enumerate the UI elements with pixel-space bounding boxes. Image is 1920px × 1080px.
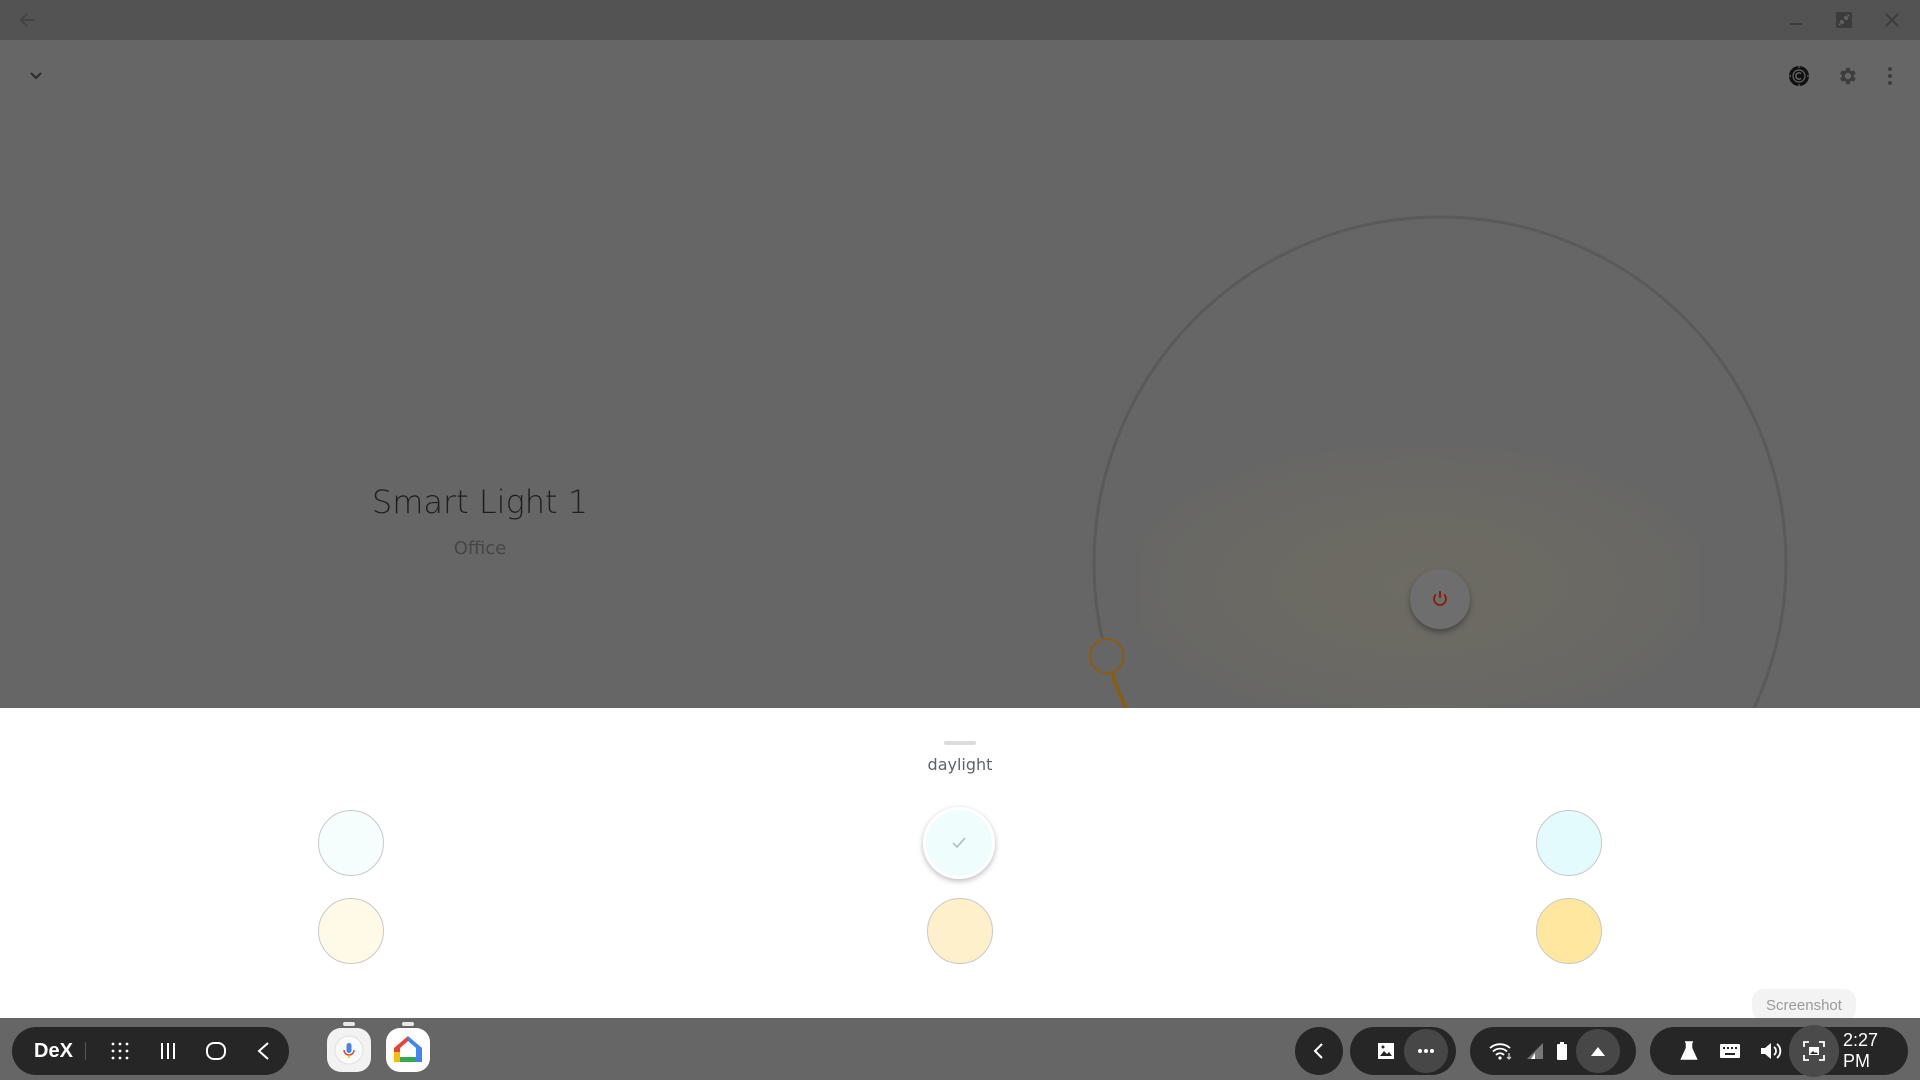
image-icon <box>1378 1043 1394 1059</box>
dial-track <box>1092 215 1788 708</box>
more-notifications-button[interactable] <box>1404 1029 1448 1073</box>
keyboard-icon <box>1720 1044 1741 1058</box>
swatch-warm-white[interactable] <box>927 898 993 964</box>
google-home-app[interactable] <box>386 1022 430 1072</box>
arrow-left-icon <box>19 13 35 27</box>
dial-active-arc <box>1105 655 1128 708</box>
selected-preset-label: daylight <box>927 755 993 774</box>
window-back-button[interactable] <box>14 6 42 34</box>
home-icon <box>205 1042 226 1060</box>
brightness-dial[interactable] <box>0 40 1920 708</box>
keyboard-button[interactable] <box>1713 1029 1748 1073</box>
google-home-icon <box>394 1036 422 1062</box>
more-horiz-icon <box>1418 1049 1434 1053</box>
divider <box>84 1042 86 1060</box>
microphone-icon <box>334 1035 364 1065</box>
minimize-button[interactable] <box>1780 4 1812 36</box>
color-preset-sheet: daylight <box>0 708 1920 1018</box>
apps-button[interactable] <box>98 1029 142 1073</box>
restore-icon <box>1836 12 1852 28</box>
triangle-up-icon <box>1591 1047 1605 1056</box>
home-button[interactable] <box>194 1029 238 1073</box>
screenshot-tooltip: Screenshot <box>1752 989 1856 1021</box>
volume-button[interactable] <box>1754 1029 1789 1073</box>
system-tray-pill: 2:27 PM <box>1650 1025 1908 1077</box>
swatch-cool-blue[interactable] <box>1536 810 1602 876</box>
notification-pill <box>1350 1027 1456 1075</box>
running-indicator <box>402 1022 414 1026</box>
back-button[interactable] <box>242 1029 286 1073</box>
close-window-button[interactable] <box>1876 4 1908 36</box>
tray-collapse-button[interactable] <box>1295 1027 1343 1075</box>
nav-pill: DeX <box>12 1027 289 1075</box>
gallery-button[interactable] <box>1364 1029 1408 1073</box>
sheet-drag-handle[interactable] <box>944 741 976 745</box>
apps-grid-icon <box>111 1042 129 1060</box>
chevron-left-icon <box>1313 1043 1323 1059</box>
power-icon <box>1433 591 1447 606</box>
dex-button[interactable]: DeX <box>34 1040 73 1063</box>
labs-button[interactable] <box>1672 1029 1707 1073</box>
recents-icon <box>160 1043 175 1059</box>
recents-button[interactable] <box>146 1029 190 1073</box>
quick-panel-button[interactable] <box>1576 1029 1620 1073</box>
check-icon <box>952 837 966 849</box>
clock[interactable]: 2:27 PM <box>1843 1030 1908 1072</box>
signal-icon <box>1527 1043 1543 1059</box>
device-control-panel: Smart Light 1 Office <box>0 40 1920 708</box>
dial-knob[interactable] <box>1088 638 1125 675</box>
close-icon <box>1885 13 1899 27</box>
back-icon <box>257 1042 269 1060</box>
battery-icon <box>1557 1042 1567 1060</box>
swatch-cool-white[interactable] <box>318 810 384 876</box>
screenshot-icon <box>1802 1041 1825 1061</box>
swatch-warm-amber[interactable] <box>1536 898 1602 964</box>
running-indicator <box>343 1022 355 1026</box>
screenshot-button[interactable] <box>1788 1025 1840 1077</box>
dex-taskbar: DeX 2:27 PM <box>0 1018 1920 1080</box>
status-pill[interactable] <box>1470 1027 1636 1075</box>
restore-button[interactable] <box>1828 4 1860 36</box>
flask-icon <box>1680 1041 1699 1060</box>
wifi-icon <box>1489 1043 1512 1060</box>
swatch-soft-white[interactable] <box>318 898 384 964</box>
voice-assistant-app[interactable] <box>327 1022 371 1072</box>
power-button[interactable] <box>1410 569 1470 629</box>
window-titlebar <box>0 0 1920 40</box>
swatch-daylight[interactable] <box>923 807 995 879</box>
minimize-icon <box>1790 23 1802 25</box>
volume-icon <box>1761 1043 1782 1059</box>
